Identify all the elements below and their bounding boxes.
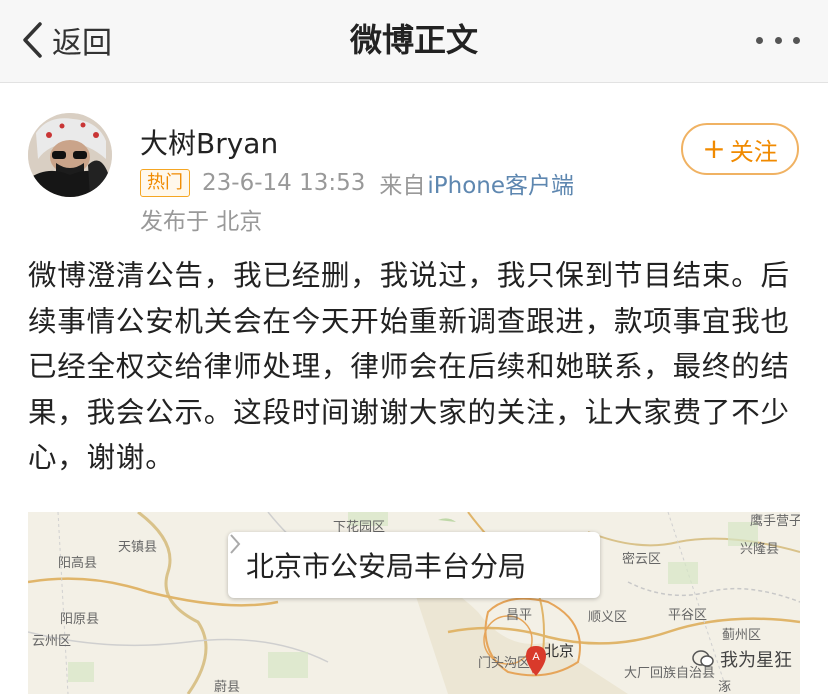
map-label: 阳原县 [60,612,100,627]
map-label: 蔚县 [214,680,241,694]
follow-label: 关注 [729,137,778,166]
map-label: 顺义区 [588,610,628,625]
avatar[interactable] [28,113,112,197]
map-pin-label: A [532,651,540,663]
map-pin-icon: A [526,646,546,676]
more-options-button[interactable] [756,33,800,47]
map-label: 涿 [718,680,732,694]
map-label: 昌平 [506,608,533,623]
follow-button[interactable]: + 关注 [681,123,799,175]
dot-icon [756,36,763,44]
map-label: 北京 [544,642,575,660]
map-label: 兴隆县 [740,542,780,557]
place-name: 北京市公安局丰台分局 [246,550,527,583]
post-meta: 热门 23-6-14 13:53 来自 iPhone客户端 [140,166,574,200]
map-label: 平谷区 [668,608,708,623]
map-label: 密云区 [622,552,662,567]
map-label: 鹰手营子 [750,514,800,529]
post-location: 发布于 北京 [140,209,263,235]
map-label: 云州区 [32,634,72,649]
post-text: 微博澄清公告，我已经删，我说过，我只保到节目结束。后续事情公安机关会在今天开始重… [28,259,790,474]
watermark-text: 我为星狂 [720,650,792,671]
plus-icon: + [702,131,726,165]
map-label: 门头沟区 [478,656,531,671]
map-label: 阳高县 [58,556,98,571]
page-title: 微博正文 [349,21,478,59]
location-map[interactable]: 天镇县 阳高县 下花园区 密云区 兴隆县 平谷区 顺义区 阳原县 蔚县 门头沟区… [28,512,800,694]
map-label: 蓟州区 [722,628,762,643]
source-prefix: 来自 [379,173,426,199]
watermark: 我为星狂 [692,646,792,672]
chevron-right-icon [230,534,241,554]
place-card[interactable]: 北京市公安局丰台分局 [228,532,600,598]
dot-icon [774,36,782,44]
wechat-icon [692,650,714,667]
source-link[interactable]: iPhone客户端 [427,166,574,200]
dot-icon [793,36,800,44]
top-nav-bar: 返回 微博正文 [0,0,828,83]
hot-badge: 热门 [140,169,190,197]
post-time: 23-6-14 13:53 [202,170,366,196]
username[interactable]: 大树Bryan [140,122,278,162]
map-label: 天镇县 [118,540,158,555]
avatar-image [28,113,112,197]
